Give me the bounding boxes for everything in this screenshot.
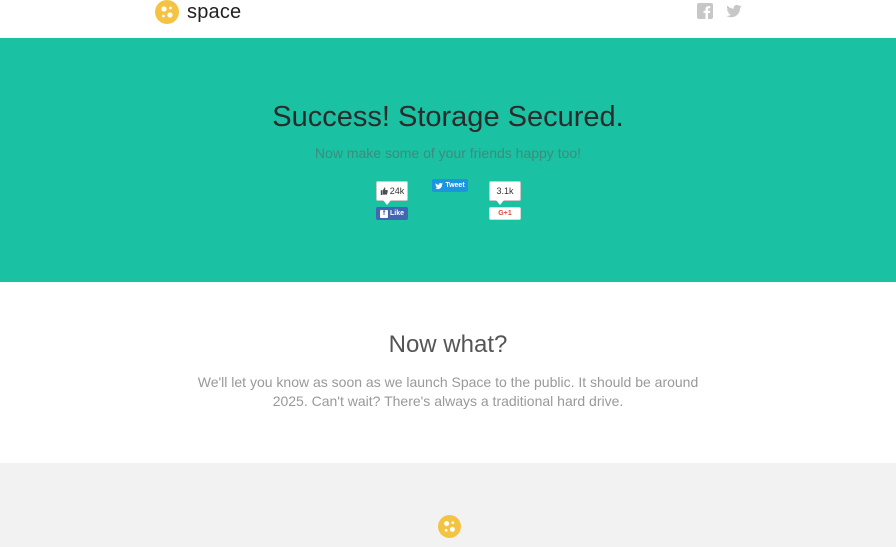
facebook-f-icon: f [379,209,388,218]
hero-section: Success! Storage Secured. Now make some … [0,38,896,282]
brand-name: space [187,0,242,23]
tweet-label: Tweet [445,182,465,189]
header-social-links [697,3,742,19]
hero-title: Success! Storage Secured. [272,101,624,133]
space-logo-icon [155,0,179,24]
google-plus-widget: 3.1k G+1 [489,181,521,220]
footer [0,463,896,547]
tweet-button[interactable]: Tweet [432,179,468,192]
now-what-title: Now what? [388,331,508,358]
space-logo-icon[interactable] [438,515,461,538]
facebook-like-count: 24k [376,181,408,205]
hero-subtitle: Now make some of your friends happy too! [314,145,582,161]
twitter-bird-icon [435,182,444,189]
facebook-like-label: Like [389,210,404,217]
google-plus-count-value: 3.1k [496,186,514,196]
facebook-like-button[interactable]: f Like [376,207,408,220]
thumbs-up-icon [380,187,388,195]
twitter-icon[interactable] [726,3,742,19]
now-what-body: We'll let you know as soon as we launch … [197,374,699,409]
facebook-icon[interactable] [697,3,713,19]
brand-logo-link[interactable]: space [155,0,241,24]
facebook-like-widget: 24k f Like [376,181,408,220]
google-plus-count: 3.1k [489,181,521,205]
google-plus-button[interactable]: G+1 [489,207,521,220]
site-header: space [0,0,896,38]
google-plus-label: G+1 [498,210,512,217]
facebook-count-value: 24k [389,186,405,196]
